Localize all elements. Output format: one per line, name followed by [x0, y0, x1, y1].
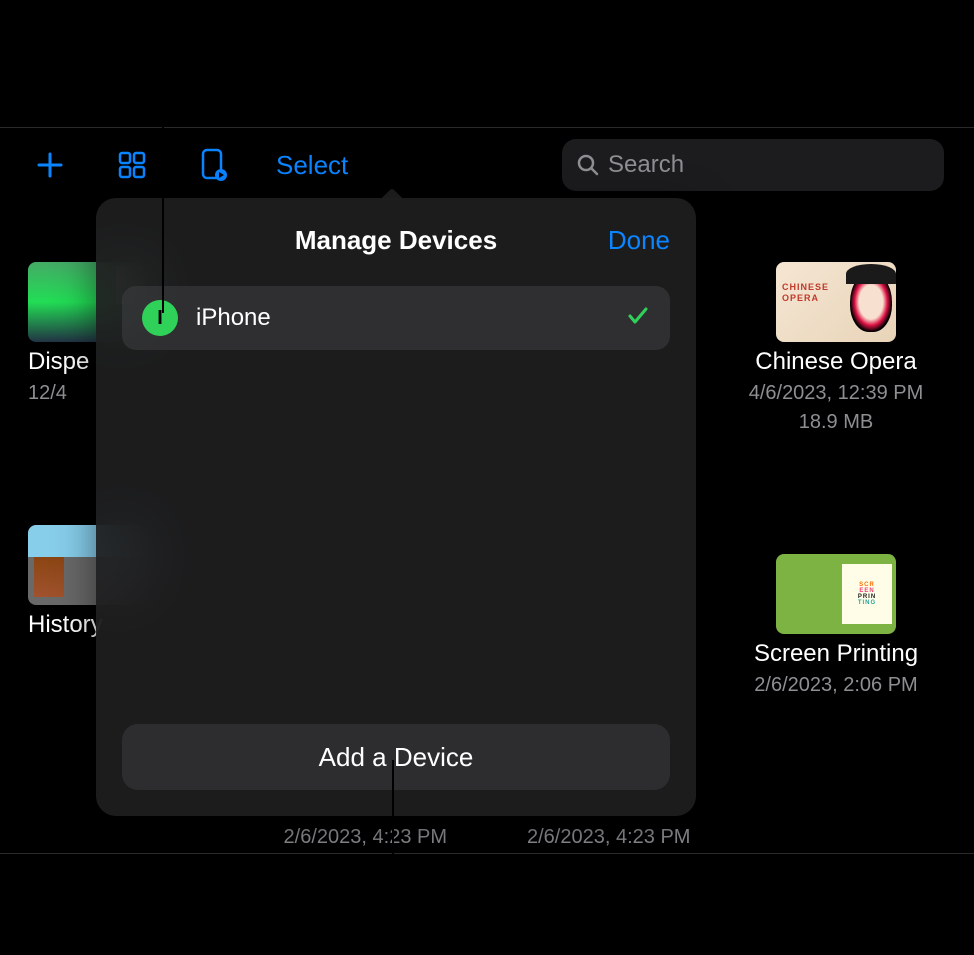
popover-arrow: [378, 186, 406, 200]
presentation-title: Screen Printing: [726, 640, 946, 668]
presentation-size: 18.9 MB: [726, 411, 946, 434]
thumbnail-text: SCREENPRINTING: [842, 564, 892, 624]
presentation-thumbnail: CHINESEOPERA: [776, 262, 896, 342]
device-badge: I: [142, 300, 178, 336]
add-button[interactable]: [30, 145, 70, 185]
presentation-date: 2/6/2023, 4:23 PM: [284, 826, 447, 849]
presentation-item[interactable]: CHINESEOPERA Chinese Opera 4/6/2023, 12:…: [726, 262, 946, 434]
done-button[interactable]: Done: [608, 225, 670, 256]
checkmark-icon: [626, 304, 650, 333]
callout-line: [392, 760, 394, 955]
add-device-button[interactable]: Add a Device: [122, 724, 670, 790]
plus-icon: [35, 150, 65, 180]
presentation-thumbnail: SCREENPRINTING: [776, 554, 896, 634]
device-play-icon: [201, 148, 227, 182]
popover-title: Manage Devices: [295, 225, 497, 256]
presentation-date: 4/6/2023, 12:39 PM: [726, 382, 946, 405]
letterbox-bottom: [0, 853, 974, 955]
grid-view-button[interactable]: [112, 145, 152, 185]
toolbar: Select: [0, 128, 974, 202]
callout-line: [162, 0, 164, 313]
popover-spacer: [122, 350, 670, 724]
thumbnail-figure: [850, 272, 892, 332]
device-row[interactable]: I iPhone: [122, 286, 670, 350]
manage-devices-popover: Manage Devices Done I iPhone Add a Devic…: [96, 198, 696, 816]
presentation-date: 2/6/2023, 4:23 PM: [527, 826, 690, 849]
grid-right-column: CHINESEOPERA Chinese Opera 4/6/2023, 12:…: [726, 262, 946, 843]
presentation-item[interactable]: SCREENPRINTING Screen Printing 2/6/2023,…: [726, 554, 946, 697]
mid-row-dates: 2/6/2023, 4:23 PM 2/6/2023, 4:23 PM: [0, 826, 974, 853]
thumbnail-text: CHINESEOPERA: [782, 282, 829, 304]
search-icon: [576, 153, 600, 177]
app-window: Select Dispe 12/4 History CHINESEOPERA: [0, 128, 974, 853]
grid-icon: [117, 150, 147, 180]
presentation-title: Chinese Opera: [726, 348, 946, 376]
letterbox-top: [0, 0, 974, 128]
device-name: iPhone: [196, 304, 608, 332]
popover-header: Manage Devices Done: [122, 218, 670, 262]
search-input[interactable]: [608, 151, 930, 179]
presentation-date: 2/6/2023, 2:06 PM: [726, 674, 946, 697]
devices-button[interactable]: [194, 145, 234, 185]
select-button[interactable]: Select: [276, 150, 348, 181]
search-field[interactable]: [562, 139, 944, 191]
